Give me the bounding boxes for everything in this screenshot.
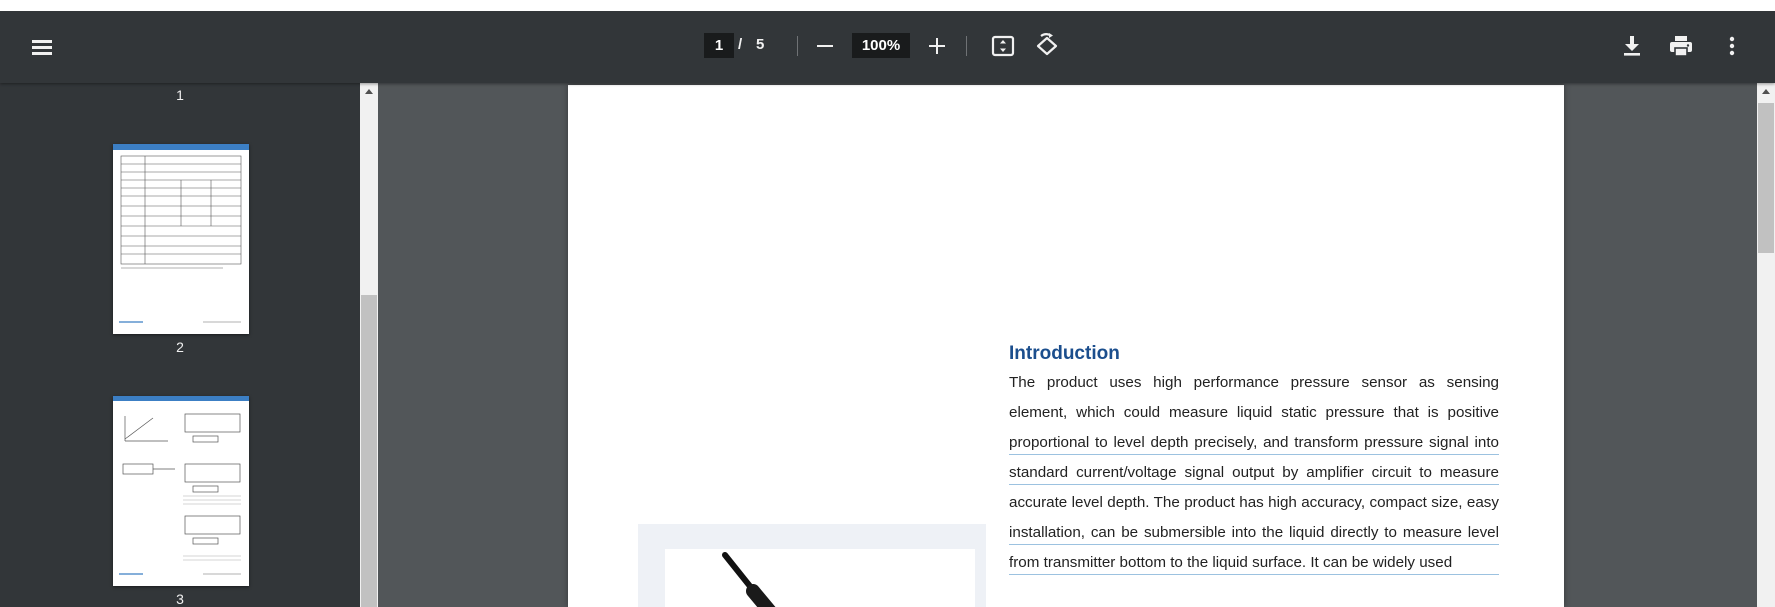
text-underline <box>1009 454 1499 455</box>
level-transmitter-cable-icon <box>722 552 776 607</box>
page-thumbnail-2[interactable] <box>113 144 249 334</box>
thumbnail-label: 3 <box>176 591 184 607</box>
pdf-page: Introduction The product uses high perfo… <box>568 85 1564 607</box>
more-vert-icon[interactable] <box>1720 34 1744 58</box>
product-image <box>665 549 975 607</box>
toolbar-divider <box>966 36 967 56</box>
toolbar: 1 / 5 100% <box>0 11 1775 83</box>
pdf-viewer: 1 / 5 100% 1 2 3 Introduction The produc… <box>0 11 1775 607</box>
thumbnail-label: 2 <box>176 339 184 355</box>
sidebar-scrollbar[interactable] <box>360 83 378 607</box>
text-underline <box>1009 574 1499 575</box>
page-thumbnail-3[interactable] <box>113 396 249 586</box>
product-image-frame <box>638 524 986 607</box>
page-number-input[interactable]: 1 <box>704 33 734 58</box>
menu-icon[interactable] <box>30 35 54 59</box>
page-thumbnail-3-preview <box>113 396 249 586</box>
text-underline <box>1009 484 1499 485</box>
scroll-up-arrow-icon[interactable] <box>365 89 373 94</box>
section-heading: Introduction <box>1009 343 1120 364</box>
page-thumbnail-2-preview <box>113 144 249 334</box>
rotate-icon[interactable] <box>1034 33 1060 59</box>
print-icon[interactable] <box>1668 34 1694 58</box>
zoom-input[interactable]: 100% <box>852 33 910 58</box>
page-total: 5 <box>756 36 765 53</box>
thumbnail-label: 1 <box>176 87 184 103</box>
thumbnail-sidebar: 1 2 3 <box>0 83 360 607</box>
document-scrollbar-thumb[interactable] <box>1758 103 1774 253</box>
scroll-up-arrow-icon[interactable] <box>1762 89 1770 94</box>
document-scrollbar[interactable] <box>1757 83 1775 607</box>
fit-page-icon[interactable] <box>990 34 1016 58</box>
page-separator: / <box>738 36 743 53</box>
download-icon[interactable] <box>1620 34 1644 58</box>
sidebar-scrollbar-thumb[interactable] <box>361 295 377 607</box>
text-underline <box>1009 544 1499 545</box>
toolbar-divider <box>797 36 798 56</box>
intro-paragraph: The product uses high performance pressu… <box>1009 374 1499 571</box>
zoom-in-icon[interactable] <box>926 35 948 57</box>
zoom-out-icon[interactable] <box>814 35 836 57</box>
